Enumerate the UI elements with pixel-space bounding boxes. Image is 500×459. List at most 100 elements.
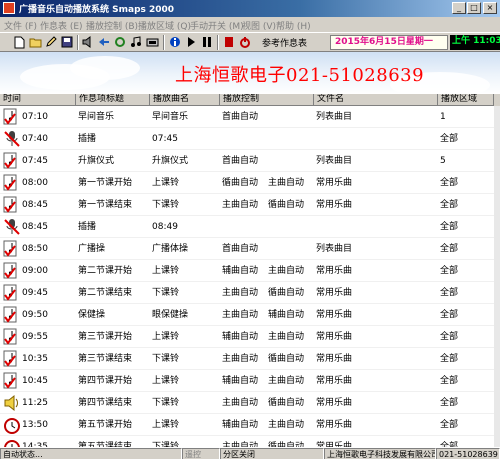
row-time: 09:00	[22, 266, 48, 276]
music-note-check-icon	[3, 108, 21, 126]
row-zone: 全部	[440, 200, 459, 210]
row-control-primary	[222, 216, 268, 238]
vertical-scrollbar[interactable]	[494, 106, 500, 447]
row-title: 保健操	[78, 310, 106, 320]
table-row[interactable]: 07:10 早间音乐 早间音乐 首曲自动 列表曲目 1	[0, 106, 500, 128]
company-banner: 上海恒歌电子021-51028639	[0, 52, 500, 94]
table-row[interactable]: 08:00 第一节课开始 上课铃 循曲自动 主曲自动 常用乐曲 全部	[0, 172, 500, 194]
menu-play-zone[interactable]: 播放区域 (Q)	[138, 19, 191, 32]
music-note-check-icon	[3, 372, 21, 390]
column-header-title[interactable]: 作息项标题	[76, 94, 150, 106]
speaker-icon[interactable]	[81, 35, 95, 49]
table-row[interactable]: 08:50 广播操 广播体操 首曲自动 列表曲目 全部	[0, 238, 500, 260]
bookmark-icon[interactable]	[222, 35, 236, 49]
row-zone: 全部	[440, 310, 459, 320]
open-folder-icon[interactable]	[28, 35, 42, 49]
row-control-secondary: 辅曲自动	[268, 310, 305, 320]
close-button[interactable]: ×	[483, 2, 497, 14]
table-row[interactable]: 08:45 第一节课结束 下课铃 主曲自动 循曲自动 常用乐曲 全部	[0, 194, 500, 216]
row-file: 常用乐曲	[316, 266, 353, 276]
menu-file[interactable]: 文件 (F)	[4, 19, 37, 32]
row-file: 列表曲目	[316, 244, 353, 254]
alarm-clock-icon	[3, 416, 21, 434]
maximize-button[interactable]: □	[467, 2, 481, 14]
row-zone: 全部	[440, 266, 459, 276]
row-control-primary: 首曲自动	[222, 112, 259, 122]
menu-manual-switch[interactable]: 手动开关 (M)	[190, 19, 244, 32]
row-control-secondary: 主曲自动	[268, 332, 305, 342]
row-title: 第四节课结束	[78, 398, 133, 408]
table-row[interactable]: 08:45 插播 08:49 全部	[0, 216, 500, 238]
menu-schedule[interactable]: 作息表 (E)	[40, 19, 83, 32]
new-file-icon[interactable]	[12, 35, 26, 49]
back-icon[interactable]	[97, 35, 111, 49]
status-bar: 自动状态... 遥控 分区关闭 上海恒歌电子科技发展有限公司 021-51028…	[0, 447, 500, 459]
column-header-control[interactable]: 播放控制	[220, 94, 314, 106]
music-icon[interactable]	[129, 35, 143, 49]
row-file: 常用乐曲	[316, 310, 353, 320]
row-song: 升旗仪式	[152, 156, 189, 166]
table-row[interactable]: 13:50 第五节课开始 上课铃 辅曲自动 主曲自动 常用乐曲 全部	[0, 414, 500, 436]
row-song: 08:49	[152, 222, 178, 232]
row-control-secondary: 循曲自动	[268, 200, 305, 210]
column-header-time[interactable]: 时间	[0, 94, 76, 106]
row-control-primary: 辅曲自动	[222, 266, 259, 276]
row-song: 下课铃	[152, 288, 180, 298]
pause-icon[interactable]	[200, 35, 214, 49]
row-control-primary: 辅曲自动	[222, 420, 259, 430]
row-control-secondary: 主曲自动	[268, 178, 305, 188]
table-row[interactable]: 09:50 保健操 眼保健操 主曲自动 辅曲自动 常用乐曲 全部	[0, 304, 500, 326]
menu-help[interactable]: 帮助 (H)	[276, 19, 311, 32]
table-row[interactable]: 10:45 第四节课开始 上课铃 辅曲自动 主曲自动 常用乐曲 全部	[0, 370, 500, 392]
row-zone: 全部	[440, 222, 459, 232]
row-file: 常用乐曲	[316, 178, 353, 188]
row-title: 升旗仪式	[78, 156, 115, 166]
menu-bar: 文件 (F) 作息表 (E) 播放控制 (B) 播放区域 (Q) 手动开关 (M…	[0, 17, 500, 32]
edit-icon[interactable]	[44, 35, 58, 49]
column-header-file[interactable]: 文件名	[314, 94, 438, 106]
row-control-primary: 主曲自动	[222, 442, 259, 447]
table-row[interactable]: 11:25 第四节课结束 下课铃 主曲自动 循曲自动 常用乐曲 全部	[0, 392, 500, 414]
music-note-check-icon	[3, 240, 21, 258]
row-song: 广播体操	[152, 244, 189, 254]
row-control-secondary: 循曲自动	[268, 442, 305, 447]
table-row[interactable]: 07:45 升旗仪式 升旗仪式 首曲自动 列表曲目 5	[0, 150, 500, 172]
row-song: 下课铃	[152, 398, 180, 408]
row-title: 插播	[78, 134, 97, 144]
menu-view[interactable]: 视图 (V)	[242, 19, 276, 32]
row-title: 早间音乐	[78, 112, 115, 122]
table-row[interactable]: 07:40 插播 07:45 全部	[0, 128, 500, 150]
status-zone: 分区关闭	[220, 448, 324, 459]
play-icon[interactable]	[184, 35, 198, 49]
table-row[interactable]: 14:35 第五节课结束 下课铃 主曲自动 循曲自动 常用乐曲 全部	[0, 436, 500, 447]
row-zone: 全部	[440, 376, 459, 386]
row-control-secondary	[268, 106, 314, 128]
panel-icon[interactable]	[145, 35, 159, 49]
power-icon[interactable]	[238, 35, 252, 49]
row-file: 常用乐曲	[316, 288, 353, 298]
row-control-primary: 主曲自动	[222, 354, 259, 364]
row-zone: 全部	[440, 134, 459, 144]
music-note-check-icon	[3, 306, 21, 324]
schedule-info-button[interactable]: 参考作息表	[262, 36, 307, 49]
minimize-button[interactable]: _	[452, 2, 466, 14]
app-icon[interactable]	[3, 2, 15, 14]
table-row[interactable]: 09:00 第二节课开始 上课铃 辅曲自动 主曲自动 常用乐曲 全部	[0, 260, 500, 282]
menu-playback-control[interactable]: 播放控制 (B)	[86, 19, 138, 32]
speaker-icon	[3, 394, 21, 412]
status-state: 自动状态...	[0, 448, 182, 459]
table-row[interactable]: 10:35 第三节课结束 下课铃 主曲自动 循曲自动 常用乐曲 全部	[0, 348, 500, 370]
save-icon[interactable]	[60, 35, 74, 49]
table-row[interactable]: 09:45 第二节课结束 下课铃 主曲自动 循曲自动 常用乐曲 全部	[0, 282, 500, 304]
refresh-icon[interactable]	[113, 35, 127, 49]
column-header-song[interactable]: 播放曲名	[150, 94, 220, 106]
row-file: 常用乐曲	[316, 354, 353, 364]
row-title: 第四节课开始	[78, 376, 133, 386]
info-icon[interactable]	[168, 35, 182, 49]
column-header-zone[interactable]: 播放区域	[438, 94, 494, 106]
toolbar-separator	[77, 35, 79, 50]
row-song: 上课铃	[152, 178, 180, 188]
row-control-secondary: 循曲自动	[268, 398, 305, 408]
table-row[interactable]: 09:55 第三节课开始 上课铃 辅曲自动 主曲自动 常用乐曲 全部	[0, 326, 500, 348]
row-control-secondary: 循曲自动	[268, 288, 305, 298]
